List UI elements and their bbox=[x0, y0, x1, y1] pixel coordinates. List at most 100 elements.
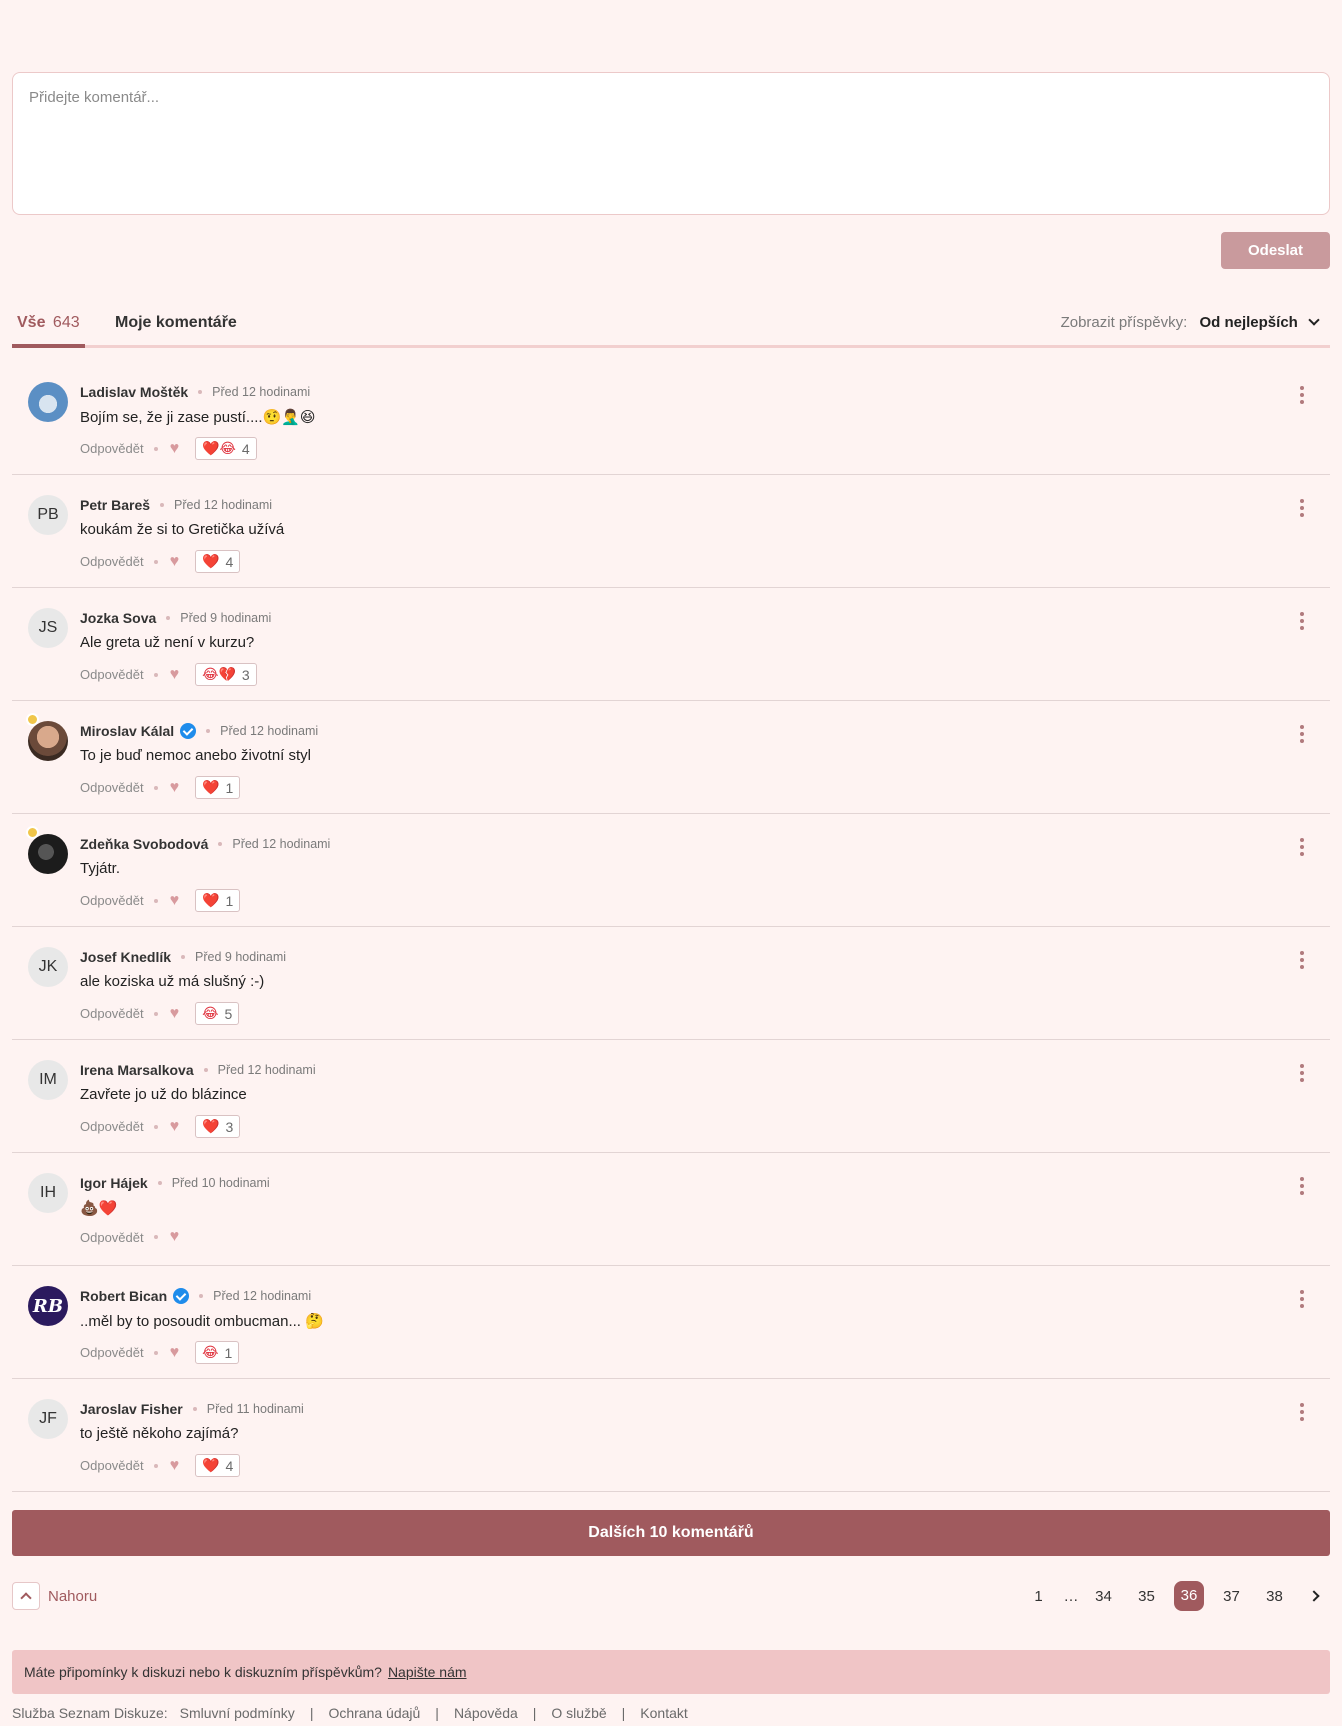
heart-icon[interactable]: ♥ bbox=[170, 1005, 180, 1023]
comment-actions: Odpovědět ♥ bbox=[80, 1228, 179, 1246]
reactions-button[interactable]: ❤️ 4 bbox=[195, 1454, 241, 1477]
avatar[interactable] bbox=[28, 382, 68, 422]
page-link[interactable]: 36 bbox=[1174, 1581, 1204, 1611]
more-options-icon[interactable] bbox=[1300, 612, 1304, 630]
heart-icon[interactable]: ♥ bbox=[170, 666, 180, 684]
reaction-count: 1 bbox=[224, 1344, 233, 1361]
reply-button[interactable]: Odpovědět bbox=[80, 554, 144, 569]
footer-label: Služba Seznam Diskuze: bbox=[12, 1705, 168, 1721]
separator-dot bbox=[153, 672, 158, 677]
reactions-button[interactable]: ❤️ 1 bbox=[195, 889, 241, 912]
comment-author[interactable]: Petr Bareš bbox=[80, 497, 150, 513]
reply-button[interactable]: Odpovědět bbox=[80, 1006, 144, 1021]
avatar[interactable]: PB bbox=[28, 495, 68, 535]
comment-time: Před 9 hodinami bbox=[195, 950, 287, 964]
comment-author[interactable]: Irena Marsalkova bbox=[80, 1062, 194, 1078]
comment-author[interactable]: Miroslav Kálal bbox=[80, 723, 174, 739]
comment-input[interactable] bbox=[13, 73, 1329, 214]
avatar[interactable]: IH bbox=[28, 1173, 68, 1213]
reactions-button[interactable]: ❤️ 3 bbox=[195, 1115, 241, 1138]
footer: Služba Seznam Diskuze: Smluvní podmínky |… bbox=[12, 1705, 688, 1721]
more-options-icon[interactable] bbox=[1300, 1403, 1304, 1421]
avatar[interactable] bbox=[28, 834, 68, 874]
comment-tabs: Vše 643 Moje komentáře Zobrazit příspěvk… bbox=[12, 300, 1330, 348]
reactions-button[interactable]: 😂 5 bbox=[195, 1002, 240, 1025]
reactions-button[interactable]: 😂💔 3 bbox=[195, 663, 257, 686]
footer-link[interactable]: O službě bbox=[551, 1705, 606, 1721]
comment-meta: Igor Hájek Před 10 hodinami bbox=[80, 1175, 270, 1191]
sort-selector[interactable]: Zobrazit příspěvky: Od nejlepších bbox=[1061, 314, 1320, 331]
page-link[interactable]: 1 bbox=[1017, 1588, 1060, 1605]
load-more-button[interactable]: Dalších 10 komentářů bbox=[12, 1510, 1330, 1556]
reactions-button[interactable]: 😂 1 bbox=[195, 1341, 240, 1364]
more-options-icon[interactable] bbox=[1300, 725, 1304, 743]
more-options-icon[interactable] bbox=[1300, 499, 1304, 517]
reactions-button[interactable]: ❤️ 4 bbox=[195, 550, 241, 573]
footer-separator: | bbox=[621, 1705, 626, 1721]
page-link[interactable]: 37 bbox=[1210, 1588, 1253, 1605]
heart-icon[interactable]: ♥ bbox=[170, 892, 180, 910]
footer-link[interactable]: Smluvní podmínky bbox=[180, 1705, 295, 1721]
comment-author[interactable]: Zdeňka Svobodová bbox=[80, 836, 208, 852]
more-options-icon[interactable] bbox=[1300, 951, 1304, 969]
footer-link[interactable]: Kontakt bbox=[640, 1705, 687, 1721]
avatar[interactable]: JK bbox=[28, 947, 68, 987]
chevron-right-icon[interactable] bbox=[1308, 1590, 1320, 1602]
comment-author[interactable]: Igor Hájek bbox=[80, 1175, 148, 1191]
comment-author[interactable]: Jozka Sova bbox=[80, 610, 156, 626]
comment-author[interactable]: Ladislav Moštěk bbox=[80, 384, 188, 400]
reply-button[interactable]: Odpovědět bbox=[80, 780, 144, 795]
separator-dot bbox=[203, 1068, 208, 1072]
more-options-icon[interactable] bbox=[1300, 1290, 1304, 1308]
more-options-icon[interactable] bbox=[1300, 1177, 1304, 1195]
comment-author[interactable]: Jaroslav Fisher bbox=[80, 1401, 183, 1417]
comment-time: Před 11 hodinami bbox=[206, 1402, 304, 1416]
heart-icon[interactable]: ♥ bbox=[170, 1228, 180, 1246]
separator-dot bbox=[160, 503, 165, 507]
heart-icon[interactable]: ♥ bbox=[170, 779, 180, 797]
comment-list: Ladislav Moštěk Před 12 hodinami Bojím s… bbox=[12, 362, 1330, 1492]
footer-separator: | bbox=[309, 1705, 314, 1721]
avatar[interactable] bbox=[28, 721, 68, 761]
more-options-icon[interactable] bbox=[1300, 386, 1304, 404]
tab-all[interactable]: Vše 643 bbox=[12, 314, 85, 348]
page-link[interactable]: 34 bbox=[1082, 1588, 1125, 1605]
reply-button[interactable]: Odpovědět bbox=[80, 1230, 144, 1245]
reply-button[interactable]: Odpovědět bbox=[80, 1345, 144, 1360]
page-link[interactable]: 35 bbox=[1125, 1588, 1168, 1605]
send-button[interactable]: Odeslat bbox=[1221, 232, 1330, 269]
more-options-icon[interactable] bbox=[1300, 1064, 1304, 1082]
reactions-button[interactable]: ❤️ 1 bbox=[195, 776, 241, 799]
back-to-top-link[interactable]: Nahoru bbox=[12, 1582, 97, 1610]
heart-icon[interactable]: ♥ bbox=[170, 1457, 180, 1475]
crown-badge-icon bbox=[26, 713, 39, 726]
footer-link[interactable]: Ochrana údajů bbox=[328, 1705, 420, 1721]
reply-button[interactable]: Odpovědět bbox=[80, 441, 144, 456]
separator-dot bbox=[198, 390, 203, 394]
reaction-count: 4 bbox=[225, 553, 234, 570]
comment-author[interactable]: Robert Bican bbox=[80, 1288, 167, 1304]
verified-badge-icon bbox=[173, 1288, 190, 1304]
avatar[interactable]: JS bbox=[28, 608, 68, 648]
more-options-icon[interactable] bbox=[1300, 838, 1304, 856]
reactions-button[interactable]: ❤️😂 4 bbox=[195, 437, 257, 460]
reply-button[interactable]: Odpovědět bbox=[80, 1458, 144, 1473]
page-link[interactable]: 38 bbox=[1253, 1588, 1296, 1605]
comment-item: JK Josef Knedlík Před 9 hodinami ale koz… bbox=[12, 927, 1330, 1040]
heart-icon[interactable]: ♥ bbox=[170, 553, 180, 571]
avatar[interactable]: IM bbox=[28, 1060, 68, 1100]
heart-icon[interactable]: ♥ bbox=[170, 1118, 180, 1136]
tab-my-comments[interactable]: Moje komentáře bbox=[110, 314, 242, 332]
avatar[interactable]: JF bbox=[28, 1399, 68, 1439]
reply-button[interactable]: Odpovědět bbox=[80, 893, 144, 908]
reply-button[interactable]: Odpovědět bbox=[80, 667, 144, 682]
reply-button[interactable]: Odpovědět bbox=[80, 1119, 144, 1134]
avatar[interactable]: RB bbox=[28, 1286, 68, 1326]
comment-author[interactable]: Josef Knedlík bbox=[80, 949, 171, 965]
feedback-link[interactable]: Napište nám bbox=[388, 1664, 467, 1680]
comment-meta: Petr Bareš Před 12 hodinami bbox=[80, 497, 272, 513]
heart-icon[interactable]: ♥ bbox=[170, 440, 180, 458]
comment-meta: Zdeňka Svobodová Před 12 hodinami bbox=[80, 836, 330, 852]
heart-icon[interactable]: ♥ bbox=[170, 1344, 180, 1362]
footer-link[interactable]: Nápověda bbox=[454, 1705, 518, 1721]
